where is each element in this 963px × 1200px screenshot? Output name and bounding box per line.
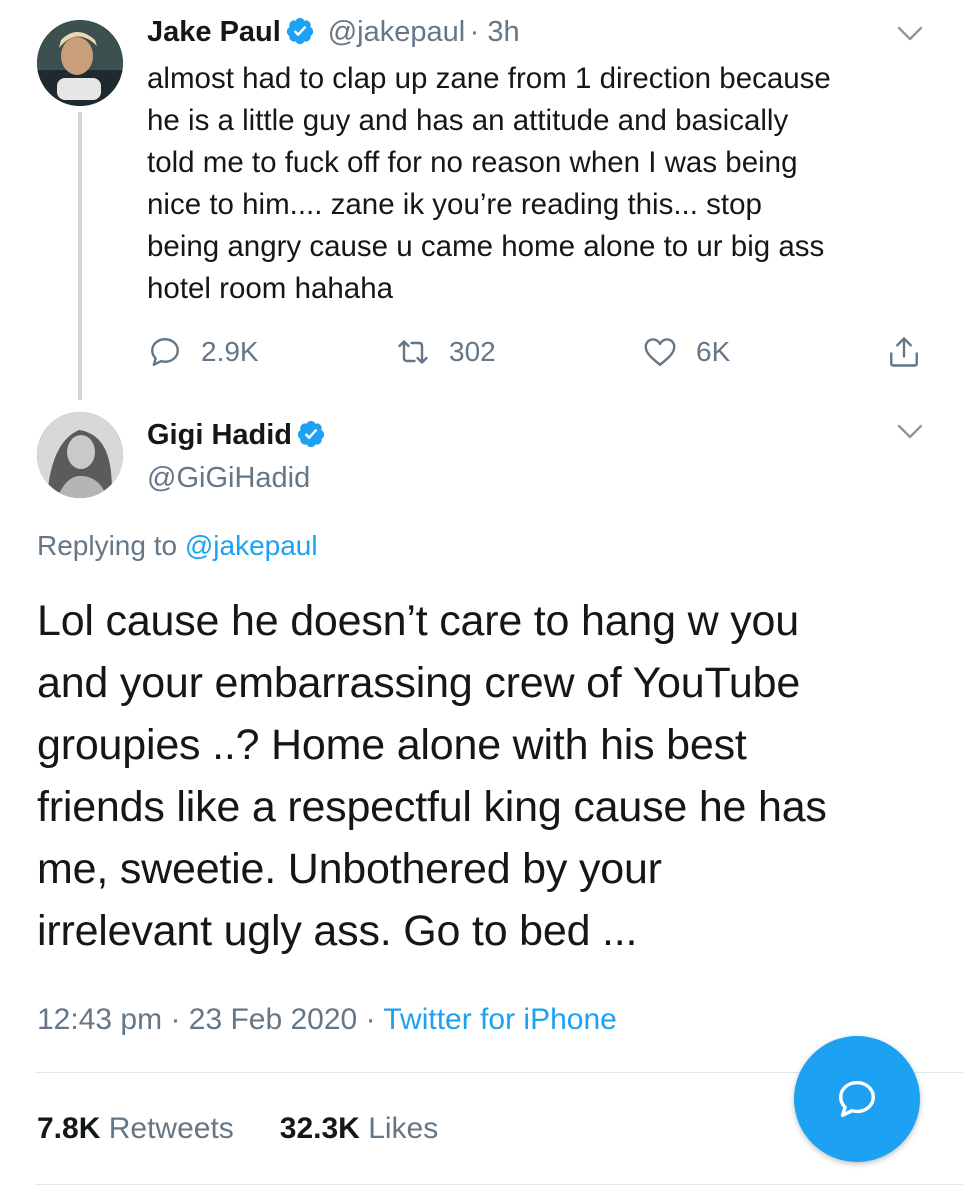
retweet-icon	[398, 340, 428, 364]
chevron-down-icon[interactable]	[897, 424, 923, 440]
replying-to-mention[interactable]: @jakepaul	[185, 530, 318, 561]
likes-stat[interactable]: 32.3K Likes	[280, 1112, 438, 1146]
replying-to: Replying to @jakepaul	[37, 530, 318, 562]
author-handle[interactable]: @jakepaul	[328, 16, 465, 48]
retweet-action[interactable]: 302	[395, 334, 496, 370]
verified-badge-icon	[298, 420, 325, 448]
separator-dot: ·	[469, 16, 488, 48]
thread-connector-line	[78, 112, 82, 400]
compose-reply-icon	[838, 1080, 876, 1118]
author-name[interactable]: Gigi Hadid	[147, 419, 292, 451]
tweet-header: Jake Paul @jakepaul · 3h	[147, 16, 520, 49]
separator-dot: ·	[170, 1003, 189, 1036]
tweet-source[interactable]: Twitter for iPhone	[383, 1003, 616, 1036]
heart-icon	[644, 338, 676, 366]
like-action[interactable]: 6K	[642, 334, 730, 370]
compose-reply-button[interactable]	[794, 1036, 920, 1162]
reply-tweet-text: Lol cause he doesn’t care to hang w you …	[37, 597, 827, 955]
reply-icon	[151, 338, 179, 366]
tweet-meta: 12:43 pm · 23 Feb 2020 · Twitter for iPh…	[37, 1003, 617, 1037]
tweet-date[interactable]: 23 Feb 2020	[189, 1003, 357, 1036]
reply-author: Gigi Hadid	[147, 419, 326, 452]
like-count: 6K	[696, 336, 731, 367]
author-name[interactable]: Jake Paul	[147, 16, 281, 48]
reply-action[interactable]: 2.9K	[147, 334, 259, 370]
share-icon[interactable]	[886, 334, 922, 370]
verified-badge-icon	[287, 17, 314, 45]
separator-dot: ·	[365, 1003, 384, 1036]
replying-to-label: Replying to	[37, 530, 178, 561]
avatar-jake-paul[interactable]	[37, 20, 123, 106]
avatar-gigi-hadid[interactable]	[37, 412, 123, 498]
chevron-down-icon[interactable]	[897, 26, 923, 42]
divider	[35, 1184, 963, 1185]
engagement-stats: 7.8K Retweets 32.3K Likes	[37, 1112, 438, 1146]
retweets-stat[interactable]: 7.8K Retweets	[37, 1112, 234, 1146]
retweet-count: 302	[449, 336, 496, 367]
author-handle[interactable]: @GiGiHadid	[147, 462, 310, 495]
reply-count: 2.9K	[201, 336, 259, 367]
tweet-time[interactable]: 12:43 pm	[37, 1003, 162, 1036]
tweet-time[interactable]: 3h	[487, 16, 519, 48]
tweet-text: almost had to clap up zane from 1 direct…	[147, 62, 831, 305]
